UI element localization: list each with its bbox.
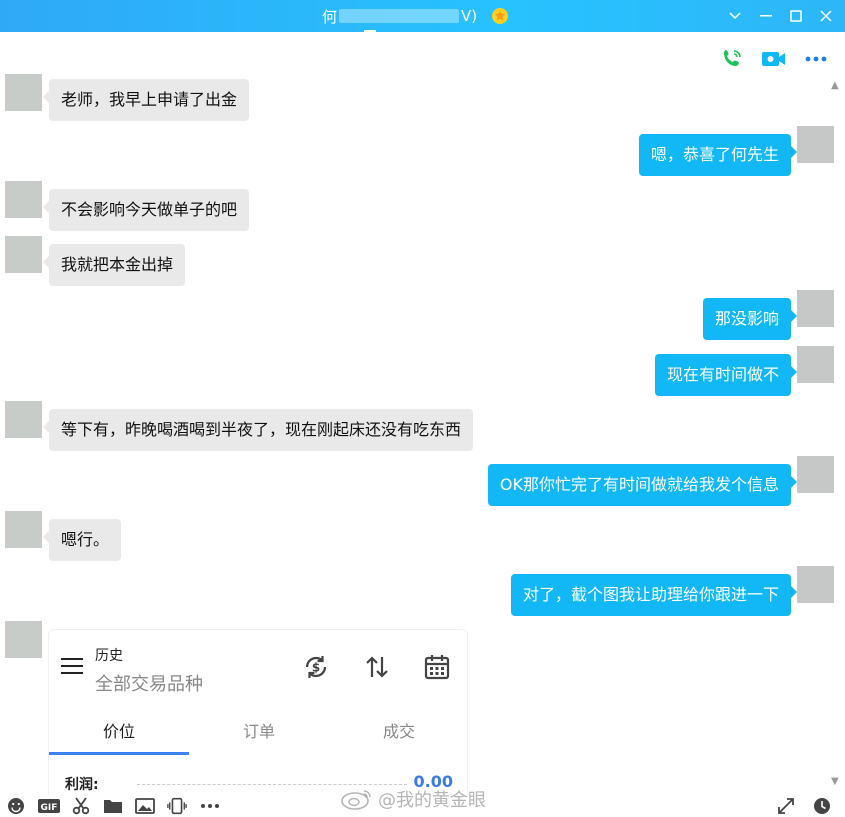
message-bubble-incoming[interactable]: 不会影响今天做单子的吧 bbox=[42, 189, 250, 231]
screenshot-image-message[interactable]: 历史 全部交易品种 $ 价位 订单 成交 利润: 0.00 bbox=[48, 629, 468, 801]
window-title: 何 V) bbox=[322, 6, 509, 26]
title-indicator bbox=[364, 30, 376, 32]
sort-icon bbox=[362, 652, 392, 682]
my-avatar[interactable] bbox=[797, 456, 834, 493]
more-tools-icon[interactable] bbox=[200, 797, 220, 815]
currency-exchange-icon: $ bbox=[301, 652, 331, 682]
svg-text:$: $ bbox=[312, 661, 320, 675]
title-suffix: V) bbox=[461, 7, 478, 25]
message-bubble-outgoing[interactable]: 现在有时间做不 bbox=[654, 354, 798, 396]
card-subtitle: 全部交易品种 bbox=[95, 674, 203, 695]
message-bubble-incoming[interactable]: 我就把本金出掉 bbox=[42, 244, 186, 286]
my-avatar[interactable] bbox=[797, 346, 834, 383]
history-clock-icon[interactable] bbox=[812, 797, 832, 815]
contact-avatar[interactable] bbox=[5, 621, 42, 658]
video-call-icon[interactable] bbox=[761, 46, 787, 72]
dropdown-chevron-icon[interactable] bbox=[725, 6, 745, 26]
contact-avatar[interactable] bbox=[5, 236, 42, 273]
contact-avatar[interactable] bbox=[5, 401, 42, 438]
watermark-text: @我的黄金眼 bbox=[378, 790, 486, 811]
image-icon[interactable] bbox=[135, 797, 155, 815]
message-bubble-outgoing[interactable]: 嗯，恭喜了何先生 bbox=[638, 134, 798, 176]
my-avatar[interactable] bbox=[797, 126, 834, 163]
message-bubble-outgoing[interactable]: 对了，截个图我让助理给你跟进一下 bbox=[510, 574, 798, 616]
title-bar: 何 V) bbox=[0, 0, 845, 32]
message-bubble-incoming[interactable]: 嗯行。 bbox=[42, 519, 122, 561]
emoji-icon[interactable] bbox=[6, 797, 26, 815]
weibo-logo-icon bbox=[341, 790, 371, 810]
active-tab-indicator bbox=[49, 752, 189, 755]
my-avatar[interactable] bbox=[797, 290, 834, 327]
watermark: @我的黄金眼 bbox=[340, 786, 486, 812]
shake-window-icon[interactable] bbox=[167, 797, 187, 815]
calendar-icon bbox=[422, 652, 452, 682]
contact-avatar[interactable] bbox=[5, 181, 42, 218]
minimize-button[interactable] bbox=[756, 6, 776, 26]
maximize-button[interactable] bbox=[786, 6, 806, 26]
message-bubble-incoming[interactable]: 老师，我早上申请了出金 bbox=[42, 79, 250, 121]
message-bubble-incoming[interactable]: 等下有，昨晚喝酒喝到半夜了，现在刚起床还没有吃东西 bbox=[42, 409, 474, 451]
tab-deals: 成交 bbox=[382, 722, 415, 741]
phone-call-icon[interactable] bbox=[719, 46, 745, 72]
tab-positions: 价位 bbox=[102, 722, 135, 741]
contact-avatar[interactable] bbox=[5, 74, 42, 111]
call-toolbar bbox=[719, 46, 829, 72]
dotted-leader bbox=[137, 784, 407, 785]
card-title: 历史 bbox=[95, 648, 123, 664]
more-icon[interactable] bbox=[803, 46, 829, 72]
my-avatar[interactable] bbox=[797, 566, 834, 603]
tab-orders: 订单 bbox=[242, 722, 275, 741]
title-contact-name: 何 bbox=[322, 7, 338, 26]
scroll-up-arrow[interactable]: ▲ bbox=[831, 80, 841, 91]
title-redaction bbox=[339, 9, 460, 23]
folder-icon[interactable] bbox=[103, 797, 123, 815]
message-bubble-outgoing[interactable]: OK那你忙完了有时间做就给我发个信息 bbox=[487, 464, 798, 506]
expand-icon[interactable] bbox=[776, 797, 796, 815]
scroll-down-arrow[interactable]: ▼ bbox=[831, 776, 841, 787]
scissors-icon[interactable] bbox=[71, 797, 91, 815]
message-bubble-outgoing[interactable]: 那没影响 bbox=[702, 298, 798, 340]
svg-text:GIF: GIF bbox=[41, 803, 58, 813]
menu-icon bbox=[61, 658, 83, 676]
star-badge-icon bbox=[491, 7, 509, 25]
profit-label: 利润: bbox=[65, 777, 99, 793]
contact-avatar[interactable] bbox=[5, 511, 42, 548]
gif-icon[interactable]: GIF bbox=[38, 797, 60, 815]
close-button[interactable] bbox=[816, 6, 836, 26]
